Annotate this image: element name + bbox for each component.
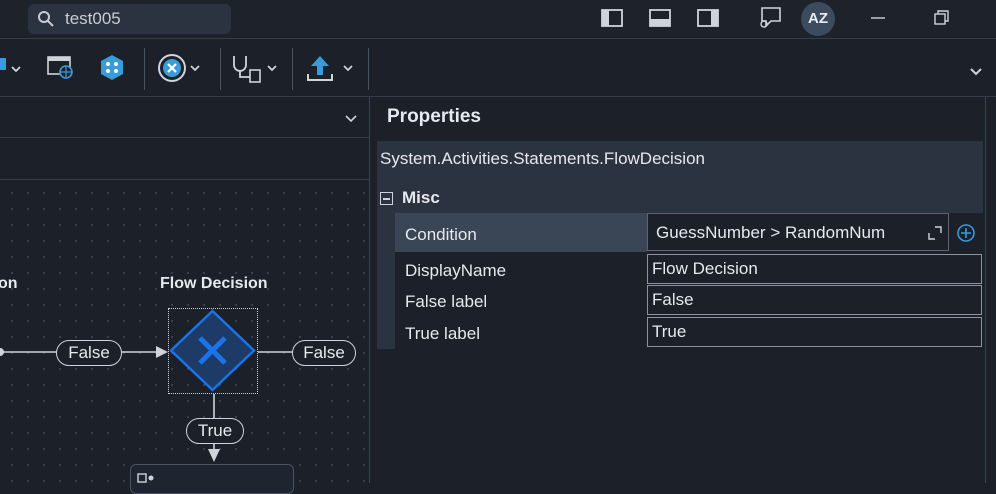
next-activity-node[interactable]: [130, 464, 294, 494]
false-label-field[interactable]: False: [647, 285, 982, 315]
orchestrator-hexagon-icon[interactable]: [98, 52, 126, 84]
property-name-displayname: DisplayName: [405, 261, 507, 280]
activity-icon: [137, 473, 154, 483]
add-argument-icon[interactable]: [956, 223, 976, 243]
toolbar-overflow-icon[interactable]: [966, 52, 986, 84]
true-branch-label[interactable]: True: [186, 418, 244, 444]
collapse-icon[interactable]: [380, 192, 393, 205]
false-connector-label[interactable]: False: [56, 340, 122, 366]
search-box[interactable]: test005: [28, 4, 231, 34]
search-input[interactable]: test005: [65, 9, 121, 29]
displayname-field[interactable]: Flow Decision: [647, 254, 982, 284]
designer-canvas[interactable]: on Flow Decision False False True: [0, 181, 369, 494]
activity-type-name: System.Activities.Statements.FlowDecisio…: [377, 141, 983, 183]
panel-title: Properties: [387, 106, 481, 127]
minimize-icon[interactable]: [866, 8, 890, 28]
layout-right-panel-icon[interactable]: [696, 8, 720, 28]
publish-icon[interactable]: [304, 52, 356, 84]
stop-debug-icon[interactable]: [156, 52, 204, 84]
property-name-false-label: False label: [405, 292, 488, 311]
designer-breadcrumb-bar: [0, 138, 369, 180]
condition-field[interactable]: GuessNumber > RandomNum: [647, 213, 949, 251]
condition-value[interactable]: GuessNumber > RandomNum: [656, 223, 885, 242]
expand-editor-icon[interactable]: [928, 226, 942, 240]
dropdown-partial-icon[interactable]: [0, 52, 24, 84]
category-misc[interactable]: Misc: [377, 183, 983, 213]
workflow-designer-pane: on Flow Decision False False True: [0, 97, 370, 494]
title-bar: test005 AZ: [0, 0, 996, 39]
avatar[interactable]: AZ: [801, 2, 835, 36]
web-page-icon[interactable]: [46, 52, 76, 84]
layout-bottom-panel-icon[interactable]: [648, 8, 672, 28]
chevron-down-icon[interactable]: [343, 110, 359, 126]
properties-pane: Properties System.Activities.Statements.…: [371, 97, 996, 483]
analyze-file-icon[interactable]: [230, 52, 282, 84]
property-name-condition[interactable]: Condition: [395, 213, 647, 252]
search-icon: [38, 11, 54, 27]
toolbar-separator: [220, 48, 221, 90]
layout-left-panel-icon[interactable]: [600, 8, 624, 28]
property-name-true-label: True label: [405, 324, 480, 343]
toolbar-separator: [144, 48, 145, 90]
category-label: Misc: [402, 188, 440, 207]
ribbon-toolbar: [0, 40, 996, 97]
feedback-icon[interactable]: [756, 5, 784, 31]
toolbar-separator: [368, 48, 369, 90]
designer-header: [0, 97, 369, 138]
toolbar-separator: [292, 48, 293, 90]
pane-divider[interactable]: [985, 97, 986, 483]
property-grid-gutter: [377, 213, 395, 349]
flow-decision-node[interactable]: [168, 308, 258, 394]
true-label-field[interactable]: True: [647, 317, 982, 347]
flow-decision-icon: [169, 309, 256, 392]
false-branch-label[interactable]: False: [292, 340, 356, 366]
restore-icon[interactable]: [930, 8, 954, 28]
